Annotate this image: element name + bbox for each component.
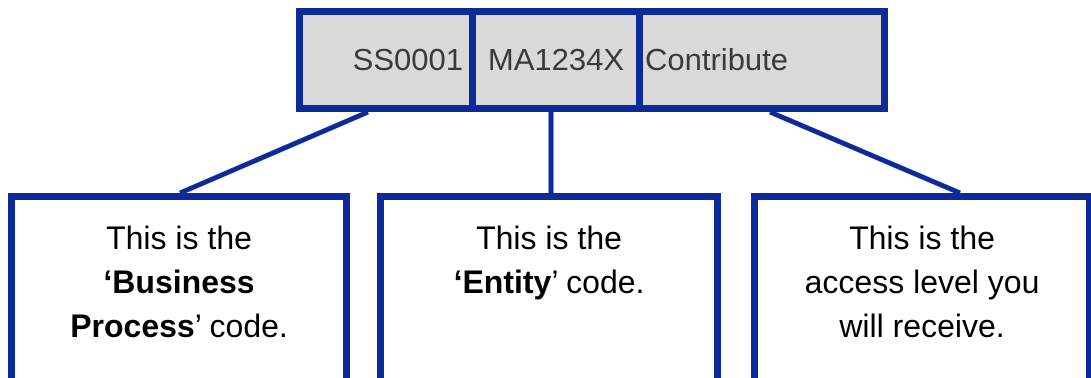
box-text-suffix: ’ code.	[194, 308, 288, 344]
entity-explanation-box: This is the ‘Entity’ code.	[377, 193, 721, 378]
access-code-bar: SS0001 MA1234X Contribute	[296, 8, 888, 112]
box-bold-term: Process	[70, 308, 195, 344]
connector-business-process	[179, 109, 369, 196]
box-bold-term: ‘Entity	[453, 264, 552, 300]
box-text-line: This is the	[849, 220, 995, 256]
entity-code: MA1234X	[476, 15, 643, 105]
box-text-suffix: ’ code.	[551, 264, 645, 300]
box-bold-term: ‘Business	[103, 264, 255, 300]
box-text-line: Process’ code.	[15, 304, 343, 348]
box-text-line: will receive.	[839, 308, 1005, 344]
connector-access-level	[769, 109, 961, 196]
business-process-explanation-box: This is the ‘Business Process’ code.	[8, 193, 350, 378]
box-text-line: ‘Entity’ code.	[384, 260, 714, 304]
business-process-code: SS0001	[303, 15, 476, 105]
access-level-explanation-box: This is the access level you will receiv…	[751, 193, 1091, 378]
code-explanation-diagram: SS0001 MA1234X Contribute This is the ‘B…	[0, 0, 1091, 378]
box-text-line: access level you	[804, 264, 1040, 300]
box-text-line: This is the	[476, 220, 622, 256]
box-text-line: This is the	[106, 220, 252, 256]
access-level-code: Contribute	[645, 42, 789, 77]
